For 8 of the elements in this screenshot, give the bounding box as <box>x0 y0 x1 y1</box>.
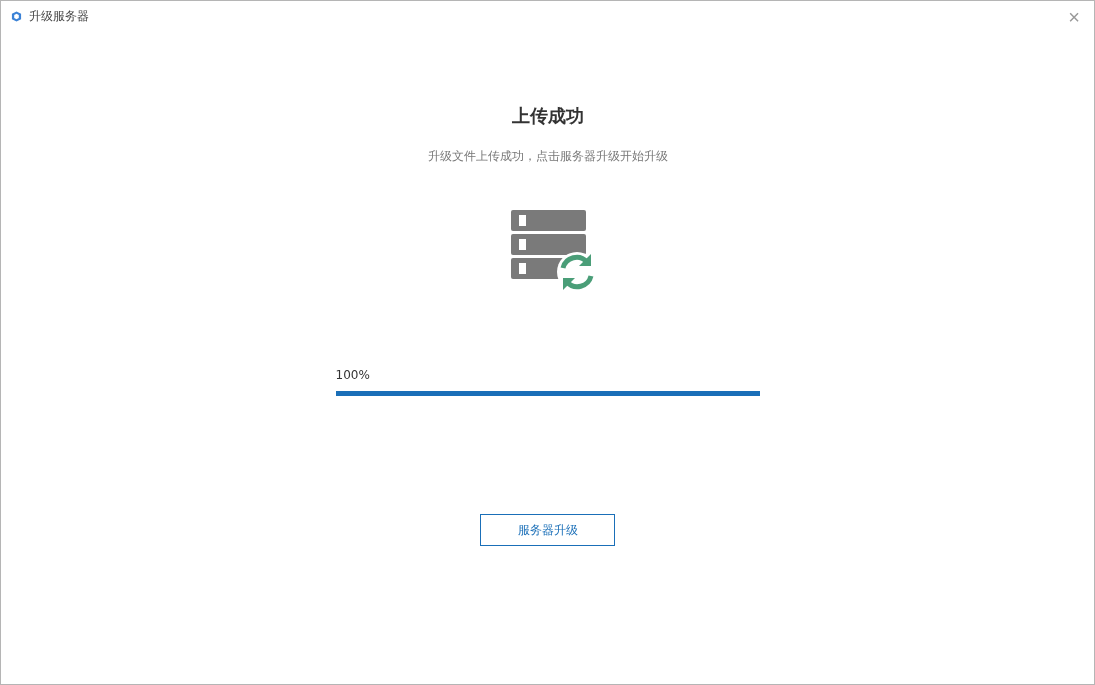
upgrade-button[interactable]: 服务器升级 <box>480 514 615 546</box>
close-button[interactable]: × <box>1064 6 1084 27</box>
window-title: 升级服务器 <box>29 8 90 25</box>
server-sync-icon <box>510 210 595 292</box>
message-text: 升级文件上传成功，点击服务器升级开始升级 <box>427 148 668 165</box>
progress-percent: 100% <box>335 368 371 382</box>
heading: 上传成功 <box>511 104 584 128</box>
cube-icon <box>11 11 22 22</box>
